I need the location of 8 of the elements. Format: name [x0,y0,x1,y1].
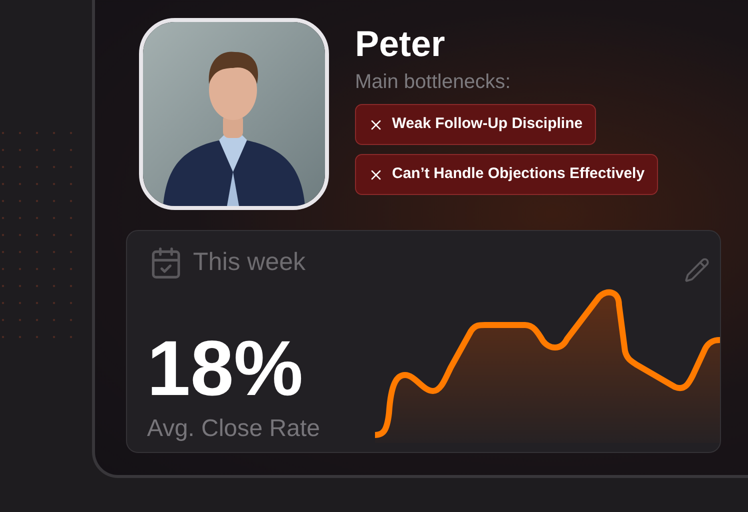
bottlenecks-label: Main bottlenecks: [355,72,511,92]
profile-name: Peter [355,26,446,62]
tag-text: Weak Follow-Up Discipline [392,114,583,134]
tag-text: Can’t Handle Objections Effectively [392,164,645,184]
close-rate-label: Avg. Close Rate [147,417,320,441]
period-label: This week [193,247,306,278]
close-rate-value: 18% [147,329,304,407]
calendar-icon [149,246,183,280]
